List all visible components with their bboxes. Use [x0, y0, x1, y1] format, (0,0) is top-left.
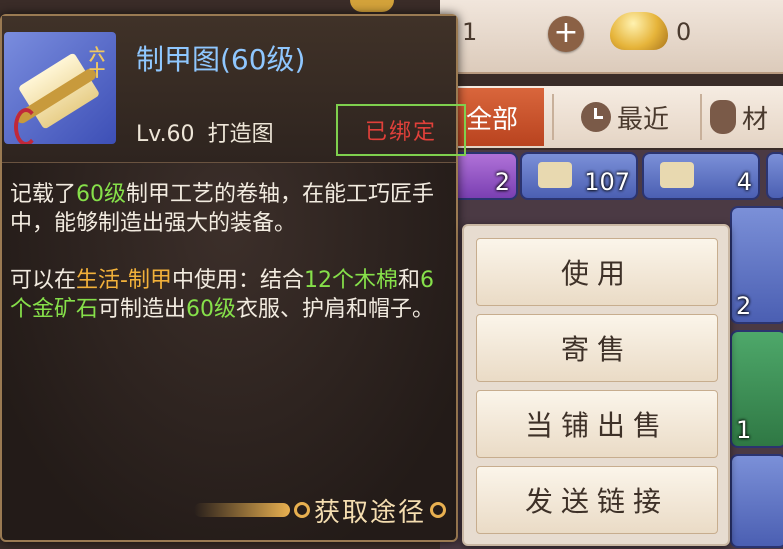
bound-status: 已绑定	[336, 104, 466, 156]
desc-highlight: 生活-制甲	[76, 268, 172, 293]
gold-count: 0	[676, 18, 692, 46]
slot-count: 2	[736, 292, 752, 320]
tab-divider	[552, 94, 554, 140]
tab-all-label: 全部	[465, 104, 518, 135]
desc-text: 衣服、护肩和帽子。	[236, 297, 435, 322]
item-icon	[538, 162, 572, 188]
inventory-slot[interactable]	[730, 454, 783, 548]
inventory-slot[interactable]: 4	[642, 152, 760, 200]
tooltip-header: 六十 制甲图(60级) Lv.60 打造图 已绑定	[2, 16, 466, 163]
add-currency-button[interactable]: +	[548, 16, 584, 52]
item-description: 记载了60级制甲工艺的卷轴，在能工巧匠手中，能够制造出强大的装备。 可以在生活-…	[10, 180, 450, 352]
consign-button[interactable]: 寄售	[476, 314, 718, 382]
gold-ingot-icon	[610, 12, 668, 50]
acquire-source-link[interactable]: 获取途径	[172, 488, 446, 532]
desc-highlight: 60级	[76, 182, 127, 207]
desc-text: 可以在	[10, 268, 77, 293]
ingot-icon	[350, 0, 394, 12]
desc-text: 记载了	[10, 182, 77, 207]
currency-count: 1	[462, 18, 478, 46]
desc-text: 和	[397, 268, 420, 293]
inventory-slot[interactable]: 1	[730, 330, 783, 448]
tab-materials[interactable]: 材	[710, 88, 783, 146]
inventory-slot[interactable]	[766, 152, 783, 200]
clock-icon	[580, 102, 611, 132]
desc-text: 可制造出	[98, 297, 187, 322]
use-button[interactable]: 使用	[476, 238, 718, 306]
item-icon	[660, 162, 694, 188]
action-menu: 使用 寄售 当铺出售 发送链接	[462, 224, 730, 546]
scroll-icon: 六十	[4, 32, 116, 144]
ring-ornament-icon	[293, 502, 310, 518]
slot-count: 107	[584, 168, 630, 196]
pawn-sell-button[interactable]: 当铺出售	[476, 390, 718, 458]
inventory-slot[interactable]: 107	[520, 152, 638, 200]
tab-divider	[700, 94, 702, 140]
slot-count: 2	[494, 168, 510, 196]
desc-highlight: 60级	[186, 297, 237, 322]
slot-count: 1	[736, 416, 752, 444]
ring-ornament-icon	[430, 502, 446, 518]
item-meta: Lv.60 打造图	[136, 116, 280, 148]
send-link-button[interactable]: 发送链接	[476, 466, 718, 534]
inventory-slot[interactable]: 2	[730, 206, 783, 324]
item-tooltip: 六十 制甲图(60级) Lv.60 打造图 已绑定 记载了60级制甲工艺的卷轴，…	[0, 14, 466, 542]
slot-count: 4	[736, 168, 752, 196]
swirl-ornament-icon	[193, 503, 290, 517]
jar-icon	[710, 100, 736, 134]
description-paragraph: 记载了60级制甲工艺的卷轴，在能工巧匠手中，能够制造出强大的装备。	[10, 180, 450, 238]
item-type: 打造图	[207, 122, 274, 147]
desc-text: 中使用：结合	[171, 268, 304, 293]
item-level: Lv.60	[136, 122, 195, 147]
tab-recent-label: 最近	[616, 104, 669, 135]
icon-tag: 六十	[86, 46, 105, 78]
desc-highlight: 12个木棉	[303, 268, 398, 293]
usage-paragraph: 可以在生活-制甲中使用：结合12个木棉和6个金矿石可制造出60级衣服、护肩和帽子…	[10, 266, 450, 324]
tab-materials-label: 材	[742, 104, 769, 135]
item-name: 制甲图(60级)	[136, 43, 306, 76]
tab-recent[interactable]: 最近	[560, 88, 690, 146]
ribbon	[14, 108, 38, 144]
source-label: 获取途径	[313, 497, 426, 528]
